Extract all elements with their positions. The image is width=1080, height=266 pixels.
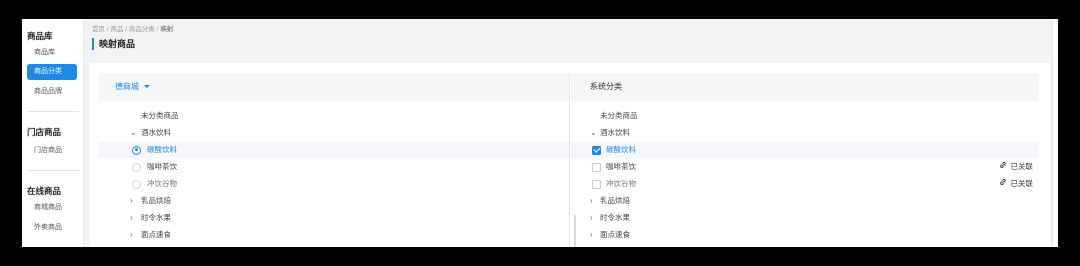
sidebar-item-product-category[interactable]: 商品分类 xyxy=(27,64,77,80)
sidebar-divider xyxy=(27,111,79,112)
caret-down-icon xyxy=(144,85,150,88)
tree-node-label: 面点速食 xyxy=(141,230,171,239)
tree-node-label: 冲饮谷物 xyxy=(147,179,177,188)
chevron-right-icon[interactable]: › xyxy=(590,227,593,243)
tree-node-uncategorized[interactable]: 未分类商品 xyxy=(571,108,1039,124)
tree-node-carbonated[interactable]: 碳酸饮料 xyxy=(99,142,569,158)
breadcrumb-separator: / xyxy=(106,26,109,33)
system-category-panel: 系统分类 未分类商品 ⌄ 酒水饮料 碳酸饮料 咖啡茶饮 已关联 冲饮谷物 已关联 › 乳… xyxy=(571,73,1039,247)
link-icon xyxy=(999,176,1007,192)
sidebar-group-product-library: 商品库 xyxy=(27,31,53,41)
breadcrumb-home[interactable]: 首页 xyxy=(92,26,105,33)
tree-node-label: 乳品烘焙 xyxy=(600,196,630,205)
sidebar: 商品库 商品库 商品分类 商品品牌 门店商品 门店商品 在线商品 商城商品 外卖… xyxy=(22,19,84,247)
tree-node-label: 乳品烘焙 xyxy=(141,196,171,205)
tree-node-label: 碳酸饮料 xyxy=(147,145,177,154)
tree-node-beverages[interactable]: ⌄ 酒水饮料 xyxy=(571,125,1039,141)
checkbox-checked-icon[interactable] xyxy=(592,145,601,155)
tree-node-coffee-tea[interactable]: 咖啡茶饮 xyxy=(99,159,569,175)
store-selector-label: 德商城 xyxy=(115,82,139,91)
tree-node-cereals[interactable]: 冲饮谷物 已关联 xyxy=(571,176,1039,192)
chevron-right-icon[interactable]: › xyxy=(590,193,593,209)
linked-label: 已关联 xyxy=(1010,162,1034,171)
sidebar-group-online-products: 在线商品 xyxy=(27,186,62,196)
tree-node-carbonated[interactable]: 碳酸饮料 xyxy=(571,142,1039,158)
breadcrumb-category[interactable]: 商品分类 xyxy=(129,26,155,33)
checkbox-unchecked-icon[interactable] xyxy=(592,162,601,172)
chevron-right-icon[interactable]: › xyxy=(590,210,593,226)
sidebar-divider xyxy=(27,170,79,171)
page-title: 映射商品 xyxy=(92,38,135,50)
tree-node-label: 未分类商品 xyxy=(141,111,179,120)
main-content: 首页 / 商品 / 商品分类 / 映射 映射商品 德商城 未分类商品 ⌄ 酒水饮料… xyxy=(84,19,1058,247)
sidebar-item-product-brand[interactable]: 商品品牌 xyxy=(27,84,77,100)
chevron-down-icon[interactable]: ⌄ xyxy=(590,125,597,141)
tree-node-cereals[interactable]: 冲饮谷物 xyxy=(99,176,569,192)
tree-node-dairy-bakery[interactable]: › 乳品烘焙 xyxy=(99,193,569,209)
breadcrumb-current: 映射 xyxy=(160,26,174,33)
chevron-right-icon[interactable]: › xyxy=(130,227,133,243)
checkbox-unchecked-icon[interactable] xyxy=(592,179,601,189)
window-scrollbar[interactable] xyxy=(1052,19,1058,247)
sidebar-item-mall-products[interactable]: 商城商品 xyxy=(27,200,77,216)
tree-node-noodles[interactable]: › 面点速食 xyxy=(571,227,1039,243)
store-category-panel: 德商城 未分类商品 ⌄ 酒水饮料 碳酸饮料 咖啡茶饮 冲饮谷物 › 乳品烘焙 › 时令… xyxy=(99,73,576,247)
tree-node-label: 酒水饮料 xyxy=(141,128,171,137)
chevron-right-icon[interactable]: › xyxy=(130,193,133,209)
system-category-header: 系统分类 xyxy=(571,73,1039,101)
tree-node-label: 时令水果 xyxy=(141,213,171,222)
chevron-down-icon[interactable]: ⌄ xyxy=(130,125,137,141)
sidebar-item-takeaway-products[interactable]: 外卖商品 xyxy=(27,220,77,236)
breadcrumb: 首页 / 商品 / 商品分类 / 映射 xyxy=(92,23,173,33)
tree-node-fruit[interactable]: › 时令水果 xyxy=(571,210,1039,226)
breadcrumb-separator: / xyxy=(156,26,159,33)
app-window: 商品库 商品库 商品分类 商品品牌 门店商品 门店商品 在线商品 商城商品 外卖… xyxy=(22,19,1058,247)
radio-unselected-icon[interactable] xyxy=(132,179,141,189)
store-selector[interactable]: 德商城 xyxy=(99,73,569,101)
sidebar-item-product-library[interactable]: 商品库 xyxy=(27,45,77,61)
tree-node-label: 碳酸饮料 xyxy=(606,145,636,154)
tree-node-label: 冲饮谷物 xyxy=(606,179,636,188)
tree-node-beverages[interactable]: ⌄ 酒水饮料 xyxy=(99,125,569,141)
tree-node-label: 面点速食 xyxy=(600,230,630,239)
sidebar-item-store-products[interactable]: 门店商品 xyxy=(27,143,77,159)
tree-node-noodles[interactable]: › 面点速食 xyxy=(99,227,569,243)
tree-node-label: 咖啡茶饮 xyxy=(147,162,177,171)
tree-node-label: 未分类商品 xyxy=(600,111,638,120)
tree-node-label: 咖啡茶饮 xyxy=(606,162,636,171)
breadcrumb-product[interactable]: 商品 xyxy=(110,26,123,33)
linked-label: 已关联 xyxy=(1010,179,1034,188)
linked-status: 已关联 xyxy=(999,159,1034,175)
mapping-card: 德商城 未分类商品 ⌄ 酒水饮料 碳酸饮料 咖啡茶饮 冲饮谷物 › 乳品烘焙 › 时令… xyxy=(90,63,1050,247)
radio-selected-icon[interactable] xyxy=(132,145,141,155)
tree-node-dairy-bakery[interactable]: › 乳品烘焙 xyxy=(571,193,1039,209)
tree-node-label: 时令水果 xyxy=(600,213,630,222)
tree-node-uncategorized[interactable]: 未分类商品 xyxy=(99,108,569,124)
tree-node-label: 酒水饮料 xyxy=(600,128,630,137)
radio-unselected-icon[interactable] xyxy=(132,162,141,172)
chevron-right-icon[interactable]: › xyxy=(130,210,133,226)
breadcrumb-separator: / xyxy=(125,26,128,33)
sidebar-group-store-products: 门店商品 xyxy=(27,127,62,137)
link-icon xyxy=(999,159,1007,175)
tree-node-coffee-tea[interactable]: 咖啡茶饮 已关联 xyxy=(571,159,1039,175)
tree-node-fruit[interactable]: › 时令水果 xyxy=(99,210,569,226)
linked-status: 已关联 xyxy=(999,176,1034,192)
